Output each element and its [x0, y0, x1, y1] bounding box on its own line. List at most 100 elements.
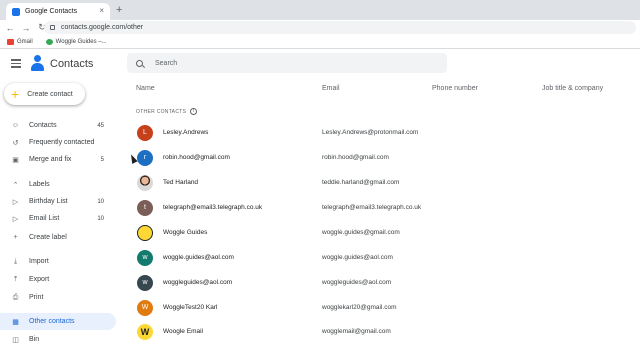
sidebar-item-merge-and-fix[interactable]: ▣ Merge and fix 5 [0, 151, 116, 168]
sidebar-item-create-label[interactable]: + Create label [0, 229, 116, 246]
back-button[interactable]: ← [4, 23, 16, 33]
bookmark-gmail[interactable]: Gmail [7, 38, 33, 45]
sidebar-item-bin[interactable]: ◫ Bin [0, 331, 116, 348]
table-row[interactable]: r robin.hood@gmail.com robin.hood@gmail.… [128, 145, 640, 170]
contact-email: wogglemail@gmail.com [322, 328, 391, 335]
sidebar-item-other-contacts[interactable]: ▦ Other contacts [0, 313, 116, 330]
new-tab-button[interactable]: + [116, 4, 122, 16]
table-row[interactable]: w woggle.guides@aol.com woggle.guides@ao… [128, 245, 640, 270]
sidebar-item-email-list[interactable]: ▷ Email List 10 [0, 210, 116, 227]
table-row[interactable]: Ted Harland teddie.harland@gmail.com [128, 170, 640, 195]
sidebar-item-count: 45 [97, 122, 104, 129]
table-row[interactable]: W Woogle Email wogglemail@gmail.com [128, 319, 640, 344]
print-icon: ⎙ [12, 293, 19, 301]
app-title: Contacts [50, 58, 94, 70]
woggle-icon [45, 38, 53, 45]
sidebar-item-birthday-list[interactable]: ▷ Birthday List 10 [0, 193, 116, 210]
sidebar-item-label: Create label [29, 234, 67, 241]
contact-email: Lesley.Andrews@protonmail.com [322, 129, 419, 136]
chevron-up-icon: ⌃ [12, 181, 19, 189]
trash-icon: ◫ [12, 336, 19, 344]
avatar: t [137, 199, 153, 216]
contact-name: Ted Harland [163, 179, 199, 186]
sidebar-item-count: 10 [97, 198, 104, 205]
contact-email: wogglekarl20@gmail.com [322, 304, 397, 311]
avatar-photo [137, 174, 153, 191]
url-text: contacts.google.com/other [61, 24, 144, 31]
table-row[interactable]: t telegraph@email3.telegraph.co.uk teleg… [128, 195, 640, 220]
sidebar-item-label: Merge and fix [29, 156, 72, 163]
section-label-text: OTHER CONTACTS [136, 108, 187, 115]
column-header-job[interactable]: Job title & company [542, 85, 603, 92]
contact-email: robin.hood@gmail.com [322, 154, 389, 161]
contact-email: woggle.guides@gmail.com [322, 229, 400, 236]
search-input[interactable]: Search [127, 53, 447, 73]
contacts-logo-icon [30, 55, 45, 72]
info-icon[interactable]: i [190, 108, 198, 115]
person-icon: ☺ [11, 122, 20, 129]
contacts-app: Contacts Search + Create contact ☺ Conta… [0, 49, 640, 360]
sidebar-item-labels[interactable]: ⌃ Labels [0, 176, 116, 193]
label-icon: ▷ [12, 215, 19, 223]
sidebar-item-print[interactable]: ⎙ Print [0, 289, 116, 306]
sidebar-item-export[interactable]: ⤒ Export [0, 271, 116, 288]
contact-name: Woogle Email [163, 328, 203, 335]
avatar: w [137, 249, 153, 266]
sidebar-item-label: Bin [29, 336, 40, 343]
table-row[interactable]: w woggleguides@aol.com woggleguides@aol.… [128, 270, 640, 295]
woggle-logo-icon [137, 224, 153, 241]
merge-icon: ▣ [12, 156, 19, 164]
sidebar-item-count: 10 [97, 215, 104, 222]
sidebar-item-import[interactable]: ⤓ Import [0, 253, 116, 270]
sidebar-item-label: Import [29, 258, 49, 265]
create-contact-button[interactable]: + Create contact [4, 83, 85, 105]
woggle-w-logo-icon: W [137, 323, 153, 340]
contact-email: woggle.guides@aol.com [322, 254, 393, 261]
sidebar-item-label: Frequently contacted [29, 139, 95, 146]
main-menu-icon[interactable] [11, 59, 21, 70]
contact-name: Lesley.Andrews [163, 129, 209, 136]
plus-icon: + [11, 86, 20, 102]
sidebar-item-contacts[interactable]: ☺ Contacts 45 [0, 117, 116, 134]
browser-tab[interactable]: Google Contacts × [6, 3, 110, 20]
sidebar-item-label: Print [29, 294, 44, 301]
bookmark-woggle-guides[interactable]: Woggle Guides –... [45, 38, 107, 45]
sidebar-item-frequently-contacted[interactable]: ↺ Frequently contacted [0, 134, 116, 151]
tab-title: Google Contacts [25, 8, 78, 15]
contact-name: woggleguides@aol.com [163, 279, 233, 286]
sidebar-item-label: Birthday List [29, 198, 68, 205]
browser-tabstrip: Google Contacts × + [0, 0, 640, 20]
label-icon: ▷ [12, 198, 19, 206]
sidebar-item-label: Labels [29, 181, 50, 188]
avatar: r [137, 149, 153, 166]
sidebar-item-label: Export [29, 276, 50, 283]
forward-button[interactable]: → [20, 23, 32, 33]
contact-name: Woggle Guides [163, 229, 208, 236]
contact-name: telegraph@email3.telegraph.co.uk [163, 204, 263, 211]
section-label: OTHER CONTACTS i [136, 108, 198, 115]
sidebar-item-label: Other contacts [29, 318, 75, 325]
contact-name: robin.hood@gmail.com [163, 154, 230, 161]
sidebar-item-label: Contacts [29, 122, 57, 129]
contact-email: woggleguides@aol.com [322, 279, 392, 286]
table-row[interactable]: L Lesley.Andrews Lesley.Andrews@protonma… [128, 120, 640, 145]
plus-icon: + [13, 234, 18, 241]
column-header-name[interactable]: Name [136, 85, 155, 92]
gmail-icon [7, 38, 14, 45]
other-contacts-icon: ▦ [12, 318, 19, 326]
contact-name: woggle.guides@aol.com [163, 254, 234, 261]
address-bar[interactable]: contacts.google.com/other [44, 21, 636, 34]
sidebar-item-label: Email List [29, 215, 60, 222]
sidebar-item-count: 5 [100, 156, 104, 163]
search-icon[interactable] [136, 59, 143, 67]
column-header-email[interactable]: Email [322, 85, 340, 92]
lock-icon [50, 25, 55, 30]
history-icon: ↺ [12, 139, 19, 147]
table-row[interactable]: Woggle Guides woggle.guides@gmail.com [128, 220, 640, 245]
avatar: W [137, 299, 153, 316]
avatar: w [137, 274, 153, 291]
close-tab-icon[interactable]: × [99, 6, 104, 15]
table-row[interactable]: W WoggleTest20 Karl wogglekarl20@gmail.c… [128, 295, 640, 320]
column-header-phone[interactable]: Phone number [432, 85, 478, 92]
contact-email: teddie.harland@gmail.com [322, 179, 400, 186]
